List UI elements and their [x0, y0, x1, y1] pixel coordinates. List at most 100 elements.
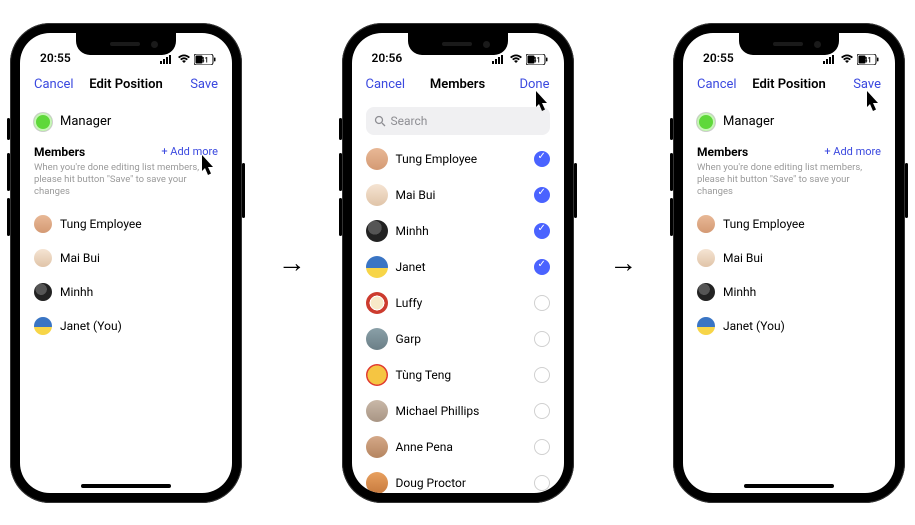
- page-title: Edit Position: [89, 77, 163, 92]
- radio-checked-icon[interactable]: [534, 223, 550, 239]
- radio-unchecked-icon[interactable]: [534, 367, 550, 383]
- list-item[interactable]: Janet (You): [697, 309, 881, 343]
- cancel-button[interactable]: Cancel: [34, 77, 74, 92]
- add-more-button[interactable]: + Add more: [824, 145, 881, 158]
- wifi-icon: [509, 54, 523, 64]
- member-name: Minhh: [723, 285, 881, 299]
- battery-icon: 41: [526, 54, 548, 65]
- page-title: Edit Position: [752, 77, 826, 92]
- member-name: Tung Employee: [723, 217, 881, 231]
- battery-icon: 41: [857, 54, 879, 65]
- list-item[interactable]: Minhh: [697, 275, 881, 309]
- position-name: Manager: [723, 114, 774, 129]
- hint-text: When you're done editing list members, p…: [34, 162, 218, 199]
- radio-unchecked-icon[interactable]: [534, 475, 550, 491]
- list-item[interactable]: Luffy: [366, 285, 550, 321]
- list-item[interactable]: Mai Bui: [697, 241, 881, 275]
- avatar: [697, 317, 715, 335]
- avatar: [366, 184, 388, 206]
- radio-checked-icon[interactable]: [534, 259, 550, 275]
- member-name: Anne Pena: [396, 440, 526, 454]
- member-name: Janet (You): [723, 319, 881, 333]
- avatar: [366, 148, 388, 170]
- position-row[interactable]: Manager: [34, 107, 218, 141]
- notch: [76, 33, 176, 55]
- member-name: Mai Bui: [60, 251, 218, 265]
- radio-unchecked-icon[interactable]: [534, 439, 550, 455]
- list-item[interactable]: Mai Bui: [34, 241, 218, 275]
- avatar: [34, 317, 52, 335]
- radio-checked-icon[interactable]: [534, 151, 550, 167]
- page-title: Members: [430, 77, 485, 92]
- radio-checked-icon[interactable]: [534, 187, 550, 203]
- status-time: 20:55: [40, 51, 71, 65]
- pointer-cursor-icon: [861, 89, 885, 117]
- phone-frame: 20:55 41 Cancel Edit Position Save Manag…: [10, 23, 242, 503]
- status-indicators: 41: [160, 54, 216, 65]
- search-input[interactable]: Search: [366, 107, 550, 135]
- avatar: [366, 292, 388, 314]
- list-item[interactable]: Doug Proctor: [366, 465, 550, 493]
- radio-unchecked-icon[interactable]: [534, 295, 550, 311]
- member-name: Tùng Teng: [396, 368, 526, 382]
- radio-unchecked-icon[interactable]: [534, 331, 550, 347]
- list-item[interactable]: Mai Bui: [366, 177, 550, 213]
- wifi-icon: [177, 54, 191, 64]
- position-row[interactable]: Manager: [697, 107, 881, 141]
- list-item[interactable]: Tùng Teng: [366, 357, 550, 393]
- pointer-cursor-icon: [196, 153, 220, 181]
- home-indicator[interactable]: [81, 484, 171, 488]
- member-name: Doug Proctor: [396, 476, 526, 490]
- arrow-right-icon: →: [278, 246, 306, 279]
- avatar: [34, 283, 52, 301]
- radio-unchecked-icon[interactable]: [534, 403, 550, 419]
- pointer-cursor-icon: [530, 89, 554, 117]
- list-item[interactable]: Janet (You): [34, 309, 218, 343]
- notch: [408, 33, 508, 55]
- avatar: [366, 364, 388, 386]
- svg-text:41: 41: [201, 56, 209, 64]
- avatar: [697, 249, 715, 267]
- list-item[interactable]: Tung Employee: [697, 207, 881, 241]
- cancel-button[interactable]: Cancel: [697, 77, 737, 92]
- avatar: [34, 249, 52, 267]
- member-list: Tung Employee Mai Bui Minhh Janet (You): [34, 207, 218, 343]
- cancel-button[interactable]: Cancel: [366, 77, 406, 92]
- list-item[interactable]: Garp: [366, 321, 550, 357]
- status-indicators: 41: [492, 54, 548, 65]
- signal-icon: [492, 54, 506, 64]
- avatar: [366, 328, 388, 350]
- notch: [739, 33, 839, 55]
- member-name: Mai Bui: [396, 188, 526, 202]
- member-list: Tung Employee Mai Bui Minhh Janet (You): [697, 207, 881, 343]
- list-item[interactable]: Minhh: [34, 275, 218, 309]
- hint-text: When you're done editing list members, p…: [697, 162, 881, 199]
- member-name: Garp: [396, 332, 526, 346]
- status-time: 20:55: [703, 51, 734, 65]
- members-section-title: Members: [697, 145, 748, 159]
- list-item[interactable]: Tung Employee: [366, 141, 550, 177]
- avatar: [366, 472, 388, 493]
- svg-text:41: 41: [532, 56, 540, 64]
- save-button[interactable]: Save: [190, 77, 218, 92]
- status-indicators: 41: [823, 54, 879, 65]
- member-name: Janet: [396, 260, 526, 274]
- member-name: Michael Phillips: [396, 404, 526, 418]
- position-name: Manager: [60, 114, 111, 129]
- avatar: [697, 283, 715, 301]
- member-name: Luffy: [396, 296, 526, 310]
- member-name: Mai Bui: [723, 251, 881, 265]
- home-indicator[interactable]: [744, 484, 834, 488]
- svg-text:41: 41: [864, 56, 872, 64]
- member-name: Minhh: [60, 285, 218, 299]
- list-item[interactable]: Tung Employee: [34, 207, 218, 241]
- list-item[interactable]: Anne Pena: [366, 429, 550, 465]
- member-picker-list: Tung Employee Mai Bui Minhh Janet Luffy Garp T…: [366, 141, 550, 493]
- search-placeholder: Search: [391, 114, 428, 128]
- list-item[interactable]: Minhh: [366, 213, 550, 249]
- phone-frame: 20:56 41 Cancel Members Done Search Tung…: [342, 23, 574, 503]
- list-item[interactable]: Janet: [366, 249, 550, 285]
- list-item[interactable]: Michael Phillips: [366, 393, 550, 429]
- signal-icon: [160, 54, 174, 64]
- avatar: [697, 215, 715, 233]
